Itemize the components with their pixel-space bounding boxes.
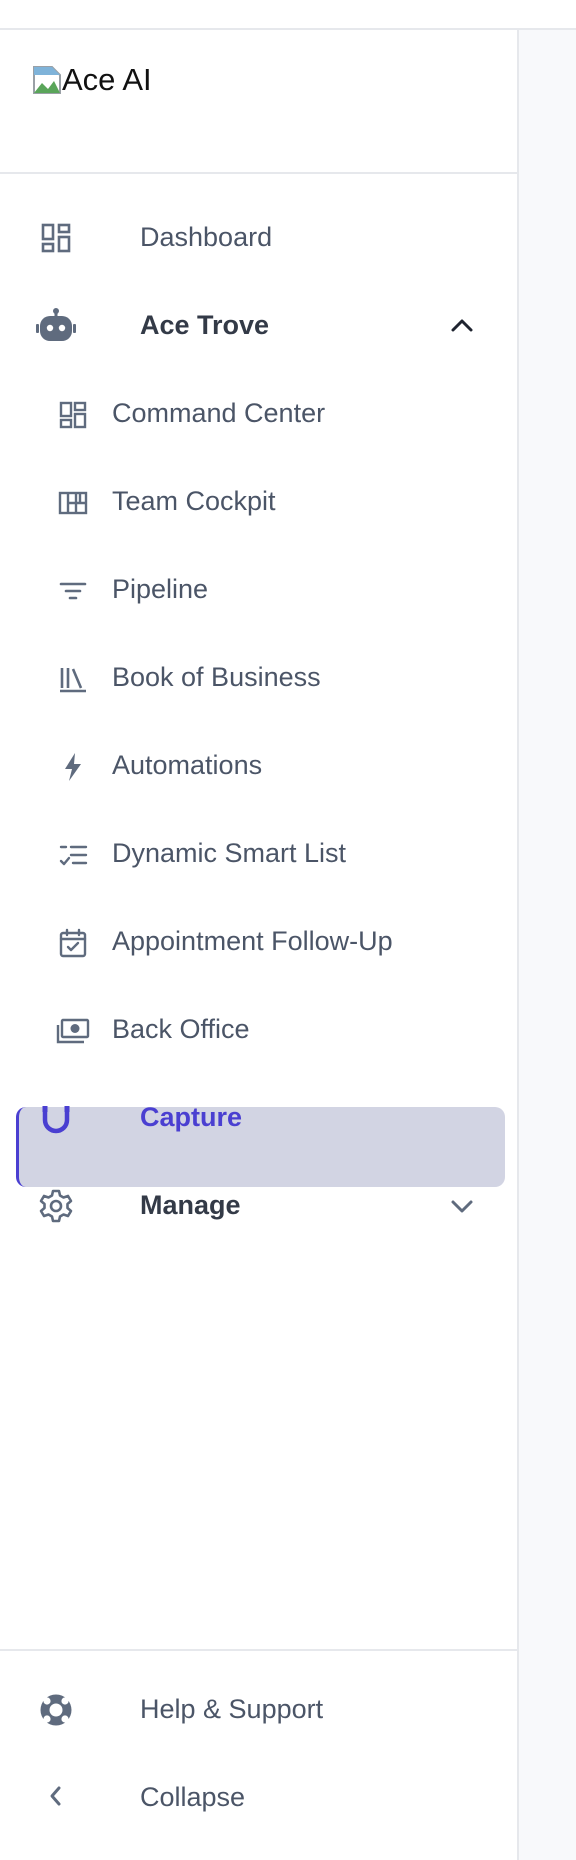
- nav-command-center[interactable]: Command Center: [0, 374, 517, 454]
- nav-automations[interactable]: Automations: [0, 726, 517, 806]
- nav-dashboard[interactable]: Dashboard: [0, 198, 517, 278]
- dashboard-icon: [40, 222, 72, 254]
- nav-book-of-business[interactable]: Book of Business: [0, 638, 517, 718]
- nav-help-support[interactable]: Help & Support: [0, 1670, 517, 1750]
- nav-command-center-label: Command Center: [112, 398, 326, 428]
- logo[interactable]: Ace AI: [32, 60, 152, 100]
- divider: [0, 1649, 517, 1651]
- nav-ace-trove-label: Ace Trove: [140, 310, 270, 340]
- filter-icon: [58, 576, 88, 606]
- sidebar: Ace AI Dashboard Ace Trove Command Cente…: [0, 30, 519, 1860]
- nav-capture-label: Capture: [140, 1102, 243, 1132]
- bolt-icon: [58, 752, 88, 782]
- robot-icon: [36, 308, 76, 344]
- nav-manage-label: Manage: [140, 1190, 241, 1220]
- nav-team-cockpit[interactable]: Team Cockpit: [0, 462, 517, 542]
- nav-manage[interactable]: Manage: [0, 1166, 517, 1246]
- nav-team-cockpit-label: Team Cockpit: [112, 486, 276, 516]
- lifebuoy-icon: [38, 1692, 74, 1728]
- nav-appointment-follow-up[interactable]: Appointment Follow-Up: [0, 902, 517, 982]
- nav-dashboard-label: Dashboard: [140, 222, 273, 252]
- broken-image-icon: [32, 65, 62, 95]
- magnet-icon: [38, 1102, 74, 1138]
- nav-pipeline[interactable]: Pipeline: [0, 550, 517, 630]
- nav-collapse-label: Collapse: [140, 1782, 246, 1812]
- nav-collapse[interactable]: Collapse: [0, 1758, 517, 1838]
- chevron-up-icon[interactable]: [446, 310, 478, 342]
- nav-automations-label: Automations: [112, 750, 263, 780]
- nav-appointment-follow-up-label: Appointment Follow-Up: [112, 926, 393, 956]
- command-center-icon: [58, 400, 88, 430]
- nav-capture[interactable]: Capture: [16, 1078, 502, 1158]
- nav-help-support-label: Help & Support: [140, 1694, 324, 1724]
- nav-book-of-business-label: Book of Business: [112, 662, 321, 692]
- checklist-icon: [58, 840, 88, 870]
- divider: [0, 172, 517, 174]
- main-content: [519, 30, 576, 1860]
- money-icon: [56, 1016, 90, 1046]
- top-bar: [0, 0, 576, 30]
- nav-ace-trove[interactable]: Ace Trove: [0, 286, 517, 366]
- gear-icon: [38, 1188, 74, 1224]
- books-icon: [58, 664, 88, 694]
- calendar-check-icon: [58, 928, 88, 958]
- nav-back-office-label: Back Office: [112, 1014, 250, 1044]
- logo-alt-text: Ace AI: [62, 62, 152, 97]
- nav-dynamic-smart-list[interactable]: Dynamic Smart List: [0, 814, 517, 894]
- chevron-down-icon[interactable]: [446, 1190, 478, 1222]
- nav-dynamic-smart-list-label: Dynamic Smart List: [112, 838, 347, 868]
- nav-back-office[interactable]: Back Office: [0, 990, 517, 1070]
- team-cockpit-icon: [58, 488, 88, 518]
- nav-pipeline-label: Pipeline: [112, 574, 209, 604]
- chevron-left-icon: [42, 1782, 70, 1810]
